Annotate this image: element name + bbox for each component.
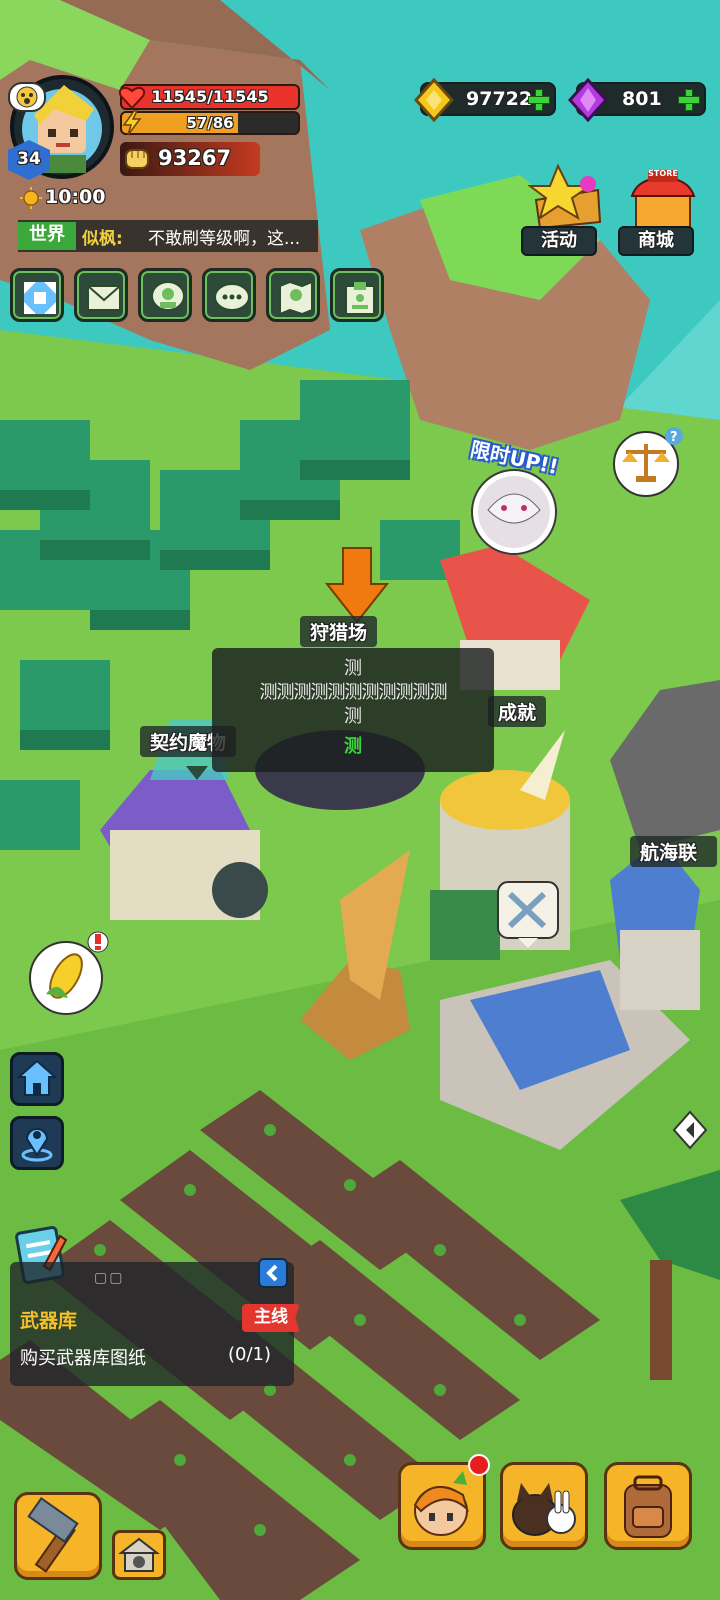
energy-value: 57/86 — [186, 114, 234, 132]
hunting-ground-label[interactable]: 狩猎场 — [300, 616, 378, 647]
power-value: 93267 — [158, 146, 232, 170]
add-gems-plus-icon[interactable] — [678, 89, 700, 111]
gear-house-icon — [118, 1537, 160, 1572]
hammer-icon — [27, 1496, 79, 1573]
gold-value: 97722 — [466, 88, 533, 110]
id-card-icon — [345, 282, 375, 315]
game-scene[interactable]: 34 10:00 11545/11545 57/86 93267 97722 8… — [0, 0, 720, 1600]
heart-icon — [118, 84, 146, 110]
svg-text:?: ? — [670, 430, 678, 445]
expand-icon — [24, 282, 56, 314]
location-button[interactable] — [10, 1116, 64, 1170]
store-icon[interactable]: STORE — [628, 168, 698, 232]
home-icon — [16, 1059, 58, 1096]
tooltip-line-4: 测 — [344, 736, 362, 757]
world-chat-bar[interactable]: 世界 似枫: 不敢刷等级啊，这... — [18, 220, 318, 252]
emotion-icon[interactable] — [8, 82, 46, 112]
hero-button[interactable] — [398, 1462, 486, 1550]
chat-sender: 似枫: — [82, 229, 123, 249]
id-card-button[interactable] — [330, 268, 384, 322]
mail-button[interactable] — [74, 268, 128, 322]
chat-bubbles-icon — [214, 283, 250, 311]
energy-bar: 57/86 — [120, 111, 300, 135]
store-sign-text: STORE — [648, 169, 678, 178]
quest-progress: (0/1) — [228, 1344, 272, 1365]
chat-button[interactable] — [202, 268, 256, 322]
map-button[interactable] — [266, 268, 320, 322]
game-clock: 10:00 — [45, 186, 106, 208]
backpack-button[interactable] — [604, 1462, 692, 1550]
gem-value: 801 — [622, 88, 662, 110]
events-button[interactable]: 活动 — [521, 226, 597, 256]
side-expand-icon[interactable] — [670, 1108, 710, 1152]
crossed-swords-icon[interactable] — [496, 880, 560, 950]
home-button[interactable] — [10, 1052, 64, 1106]
add-gold-plus-icon[interactable] — [528, 89, 550, 111]
map-icon — [279, 280, 313, 316]
pets-icon — [512, 1483, 576, 1536]
quest-page-dots: ▢▢ — [94, 1270, 125, 1286]
quest-main-tag: 主线 — [242, 1304, 300, 1332]
backpack-icon — [624, 1475, 672, 1538]
corn-harvest-icon[interactable] — [28, 928, 112, 1018]
friends-button[interactable] — [138, 268, 192, 322]
expand-button[interactable] — [10, 268, 64, 322]
scales-icon[interactable]: ? — [610, 426, 686, 498]
contract-pointer-icon — [186, 766, 208, 782]
navigation-alliance-label[interactable]: 航海联 — [630, 836, 718, 867]
gem-counter[interactable]: 801 — [567, 77, 706, 123]
location-pin-icon — [21, 1128, 53, 1162]
tooltip-line-2: 测测测测测测测测测测测 — [259, 682, 448, 703]
building-small-button[interactable] — [112, 1530, 166, 1580]
lightning-icon — [120, 110, 144, 136]
power-panel: 93267 — [120, 142, 260, 176]
chat-channel-tag: 世界 — [18, 222, 76, 250]
chevron-left-icon — [266, 1264, 278, 1282]
gold-coin-icon — [412, 77, 456, 123]
quest-collapse-button[interactable] — [258, 1258, 288, 1288]
store-button[interactable]: 商城 — [618, 226, 694, 256]
quest-title: 武器库 — [20, 1310, 78, 1332]
hero-portrait-icon — [413, 1471, 469, 1536]
quest-panel[interactable]: ▢▢ 武器库 主线 购买武器库图纸 (0/1) — [10, 1258, 300, 1386]
debug-tooltip: 测 测测测测测测测测测测测 测 测 — [212, 648, 494, 772]
tooltip-line-1: 测 — [344, 658, 362, 679]
achievement-label[interactable]: 成就 — [488, 696, 547, 727]
pets-button[interactable] — [500, 1462, 588, 1550]
build-hammer-button[interactable] — [14, 1492, 102, 1580]
events-icon[interactable] — [527, 160, 608, 232]
mail-icon — [87, 285, 121, 311]
sun-icon — [20, 187, 42, 209]
friends-icon — [151, 281, 185, 311]
fist-icon — [120, 144, 154, 174]
gold-counter[interactable]: 97722 — [413, 77, 556, 123]
hp-value: 11545/11545 — [151, 87, 269, 106]
down-arrow-indicator-icon — [324, 546, 390, 626]
limited-up-banner[interactable]: 限时UP!! — [464, 437, 584, 560]
quest-description: 购买武器库图纸 — [20, 1348, 146, 1369]
hp-bar: 11545/11545 — [120, 84, 300, 110]
notification-dot — [468, 1454, 490, 1476]
tooltip-line-3: 测 — [344, 706, 362, 727]
chat-message: 不敢刷等级啊，这... — [148, 229, 301, 249]
gem-icon — [566, 77, 610, 123]
